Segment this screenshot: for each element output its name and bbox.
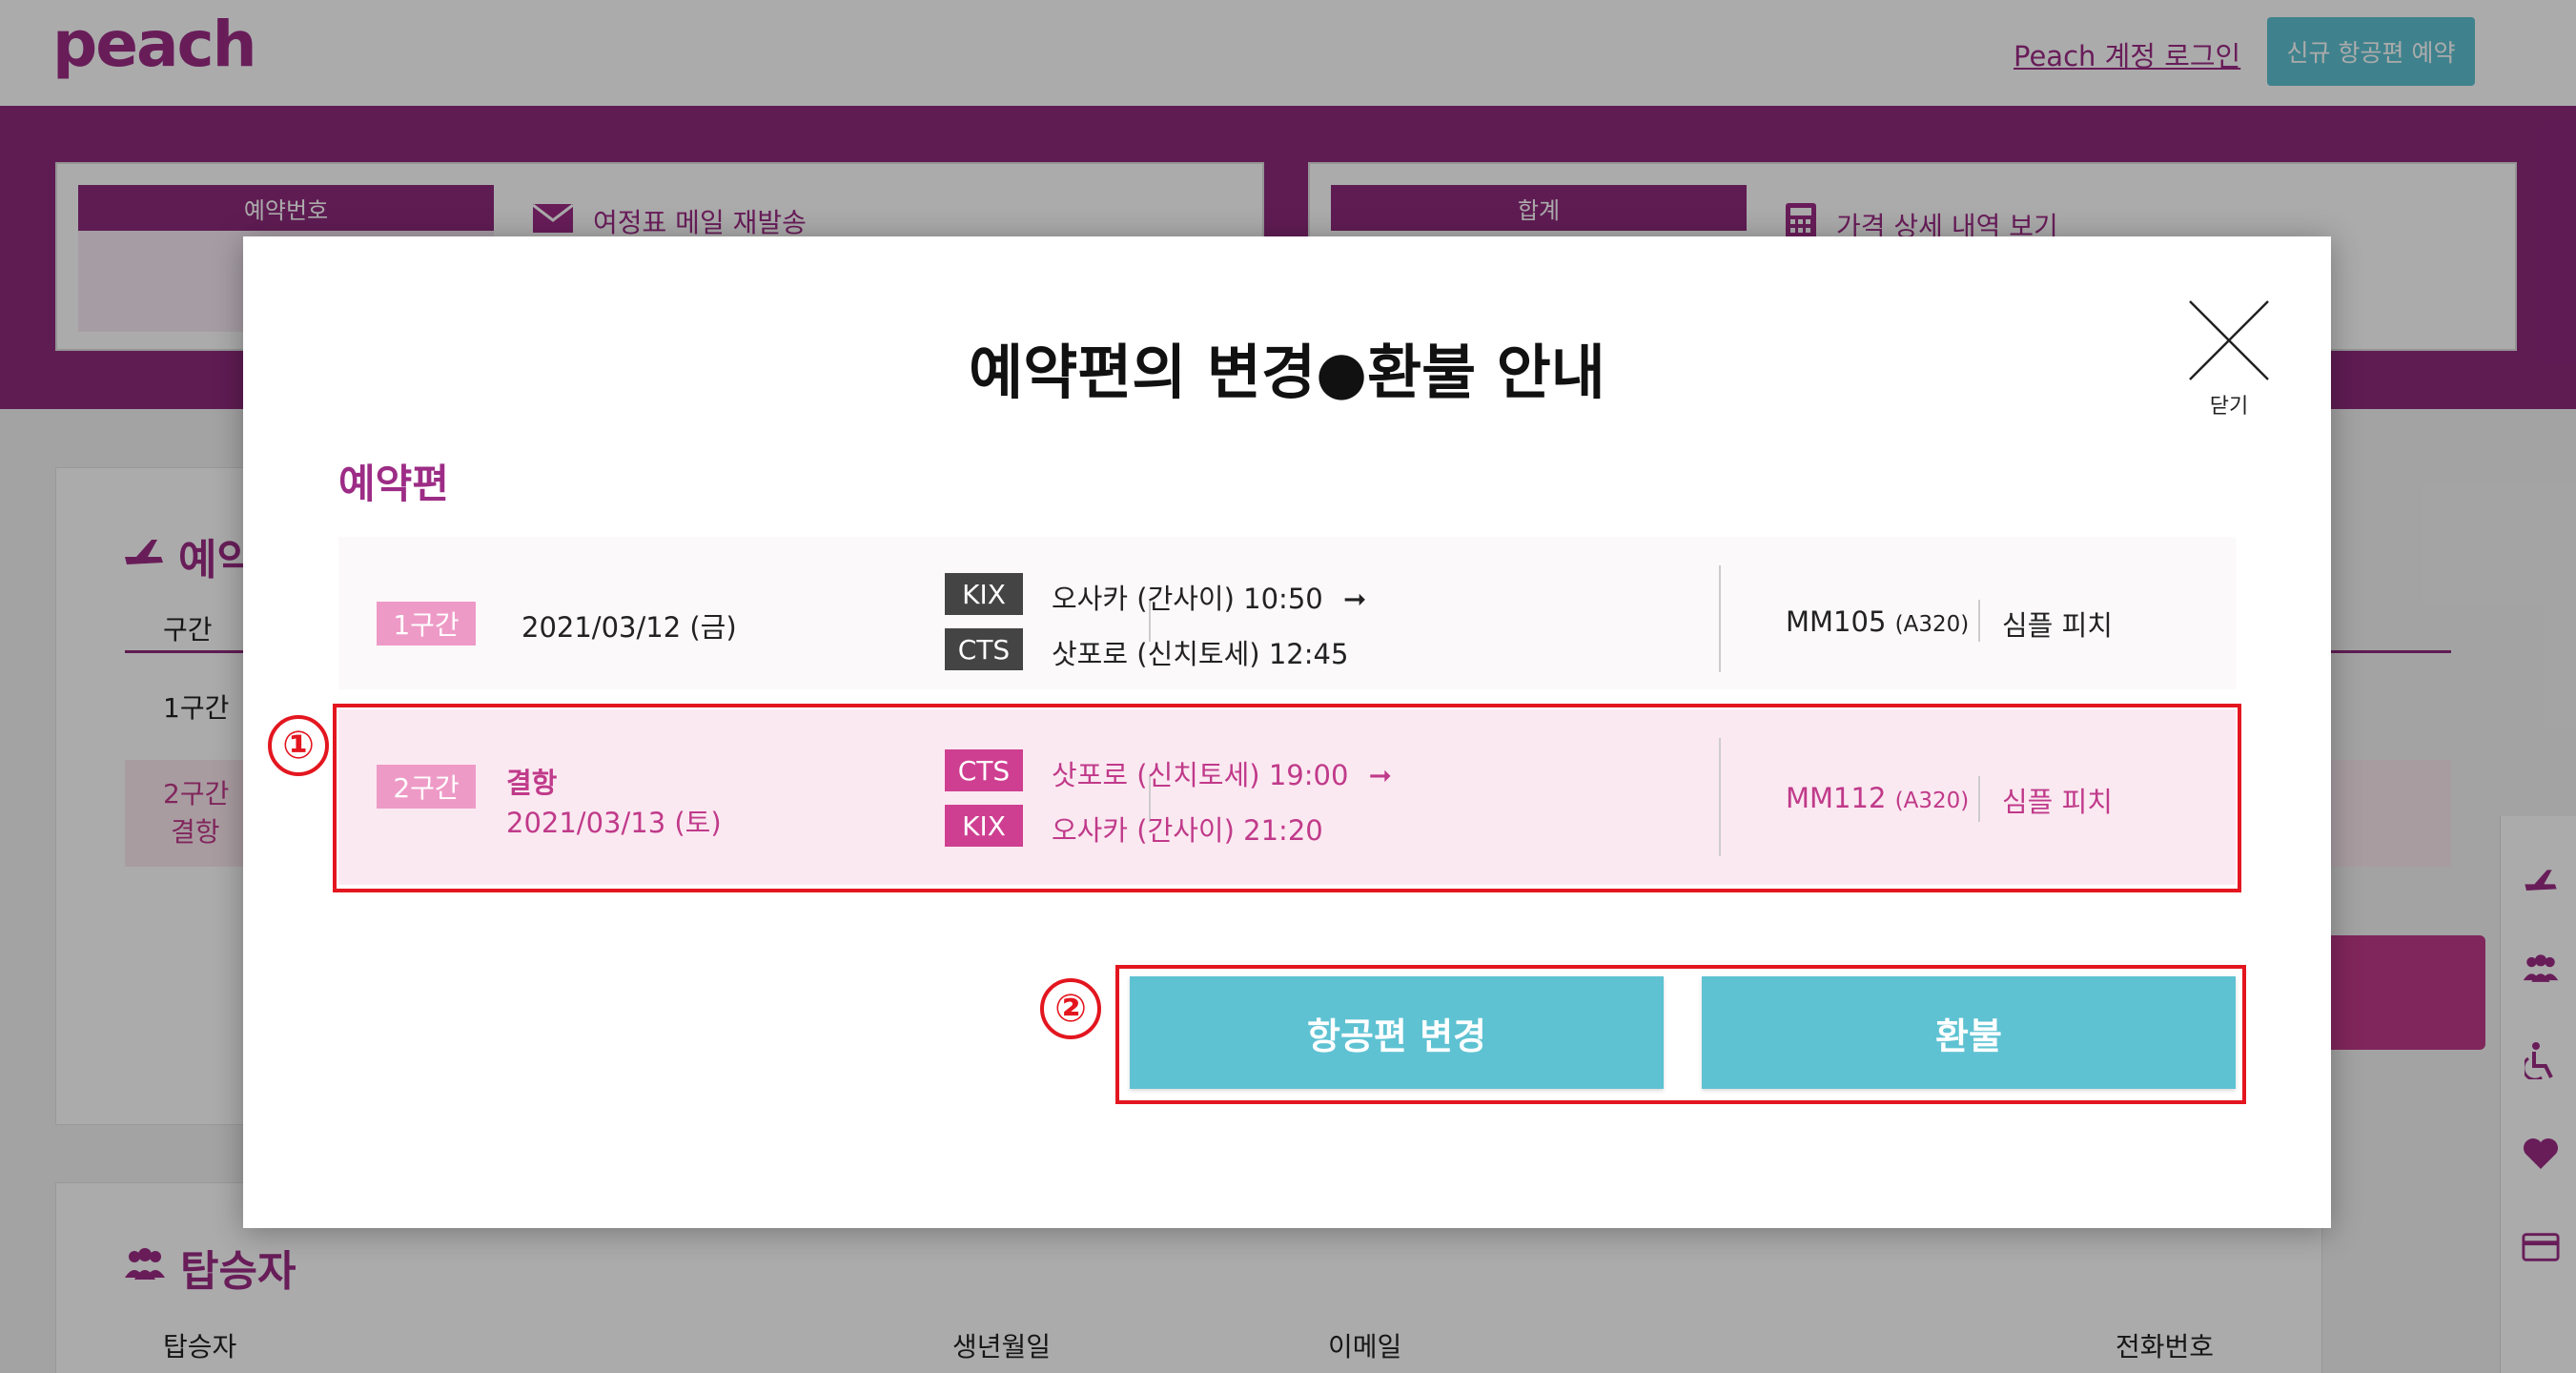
destination-code: CTS [945, 628, 1023, 670]
marker-2: ② [1040, 978, 1101, 1039]
flight-date: 2021/03/12 (금) [521, 611, 737, 644]
booked-flights-label: 예약편 [338, 461, 449, 507]
origin-departure: 오사카 (간사이) 10:50 ➞ [1052, 577, 1366, 617]
segment-badge: 1구간 [377, 602, 476, 646]
aircraft-type: (A320) [1894, 612, 1970, 637]
flight-number-text: MM105 [1786, 605, 1887, 638]
change-flight-button[interactable]: 항공편 변경 [1130, 976, 1664, 1089]
origin-code: KIX [945, 573, 1023, 615]
change-refund-modal: 예약편의 변경●환불 안내 닫기 예약편 1구간 2021/03/12 (금) … [243, 236, 2331, 1228]
flight-row-1: 1구간 2021/03/12 (금) KIX 오사카 (간사이) 10:50 ➞… [338, 537, 2236, 689]
fare-type: 심플 피치 [2002, 609, 2113, 642]
origin-departure-text: 오사카 (간사이) 10:50 [1052, 583, 1323, 615]
refund-button[interactable]: 환불 [1702, 976, 2236, 1089]
close-icon [2189, 300, 2269, 380]
modal-title: 예약편의 변경●환불 안내 [969, 338, 1605, 407]
row-divider [1719, 565, 1721, 672]
arrow-right-icon: ➞ [1342, 583, 1367, 615]
row-divider [1978, 600, 1980, 642]
highlight-frame-1 [333, 704, 2241, 892]
marker-1: ① [268, 715, 329, 776]
close-button[interactable]: 닫기 [2178, 299, 2274, 419]
destination-arrival: 삿포로 (신치토세) 12:45 [1052, 638, 1349, 670]
close-label: 닫기 [2209, 395, 2249, 419]
flight-number: MM105 (A320) [1786, 605, 1969, 638]
